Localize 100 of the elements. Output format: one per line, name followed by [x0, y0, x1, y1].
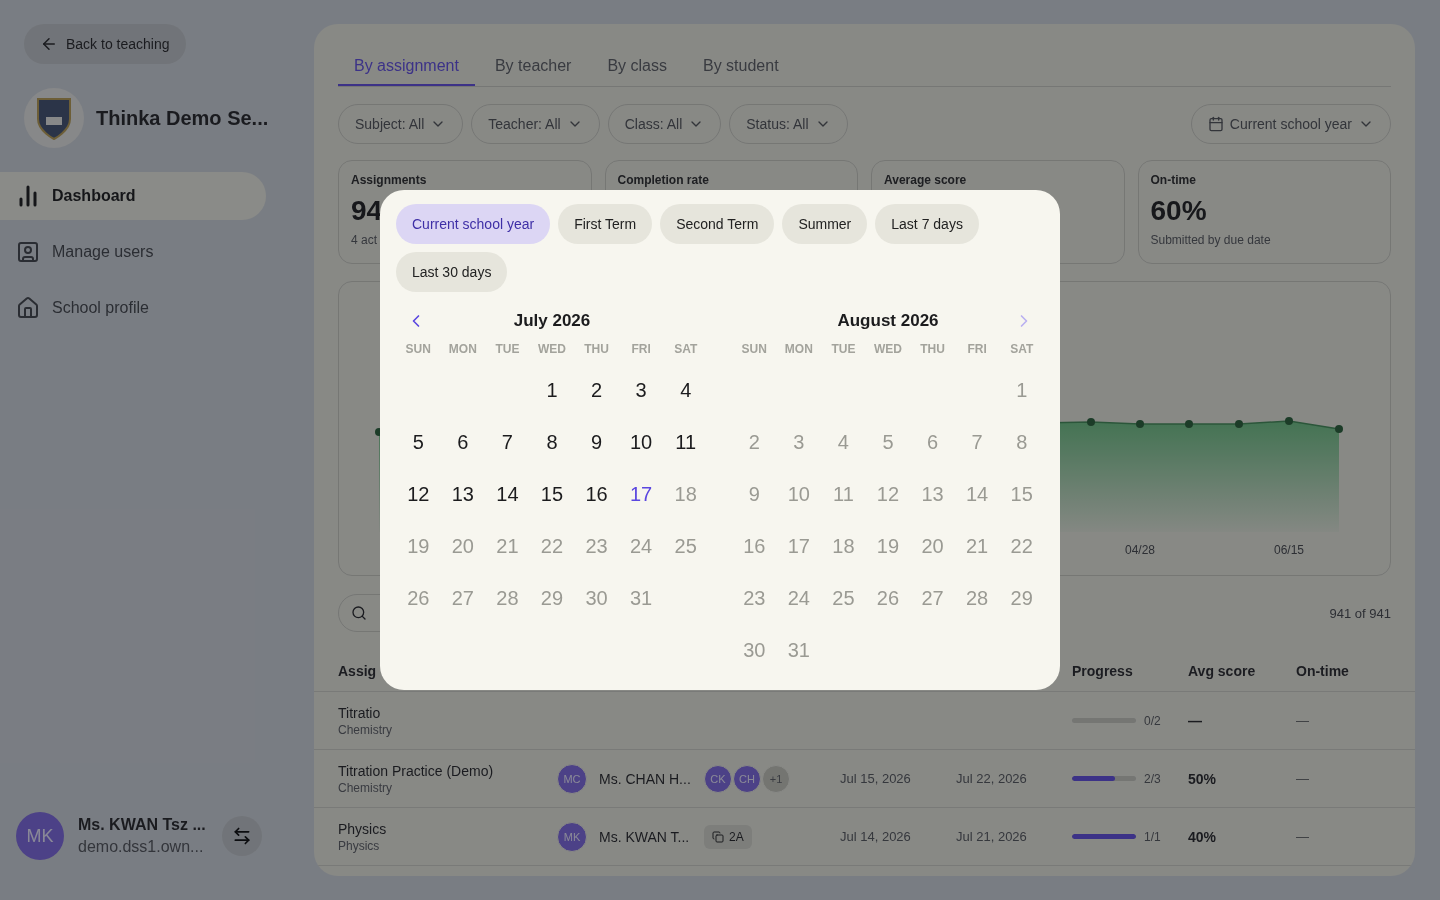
subject-label: Chemistry — [338, 722, 393, 737]
data-point — [1285, 417, 1293, 425]
progress-count: 1/1 — [1144, 829, 1161, 844]
progress-bar — [1072, 776, 1136, 781]
column-header: Progress — [1072, 662, 1133, 679]
teacher-avatar: MC — [557, 763, 587, 794]
weekday-label: SUN — [405, 342, 431, 356]
preset-chip[interactable]: Last 30 days — [396, 252, 508, 292]
calendar-day[interactable]: 15 — [538, 478, 566, 510]
stat-label: Completion rate — [617, 173, 710, 187]
calendar-day[interactable]: 2 — [589, 374, 605, 406]
user-email: demo.dss1.own... — [78, 838, 205, 856]
teacher-name: Ms. KWAN T... — [599, 828, 690, 845]
weekday-label: FRI — [631, 342, 651, 356]
column-header: On-time — [1296, 662, 1349, 679]
date-cell: Jul 22, 2026 — [956, 771, 1027, 786]
on-time-cell: — — [1296, 713, 1309, 728]
date-cell: Jul 15, 2026 — [840, 771, 911, 786]
data-point — [1235, 420, 1243, 428]
user-icon — [16, 240, 40, 264]
preset-chip[interactable]: Second Term — [660, 204, 775, 244]
nav-item[interactable]: School profile — [0, 284, 266, 332]
weekday-label: MON — [784, 342, 813, 356]
subject-label: Chemistry — [338, 780, 393, 795]
weekday-label: TUE — [495, 342, 520, 356]
assignment-title: Physics — [338, 820, 388, 837]
calendar-day[interactable]: 5 — [410, 426, 426, 458]
nav-item[interactable]: Dashboard — [0, 172, 266, 220]
tab[interactable]: By assignment — [338, 48, 475, 86]
weekday-label: FRI — [967, 342, 987, 356]
weekday-label: SAT — [1010, 342, 1034, 356]
weekday-label: TUE — [831, 342, 856, 356]
weekday-label: WED — [538, 342, 566, 356]
teacher-avatar: MK — [557, 821, 587, 852]
date-cell: Jul 21, 2026 — [956, 829, 1027, 844]
calendar-day[interactable]: 17 — [628, 478, 655, 510]
stat-value: 60% — [1150, 195, 1207, 227]
preset-chip[interactable]: Current school year — [396, 204, 551, 244]
assignment-title: Titration Practice (Demo) — [338, 762, 495, 779]
search-icon — [351, 605, 367, 621]
swap-arrows-icon — [232, 826, 252, 846]
calendar-day[interactable]: 10 — [628, 426, 655, 458]
subject-label: Physics — [338, 838, 381, 853]
calendar-day[interactable]: 12 — [405, 478, 432, 510]
tab[interactable]: By class — [591, 48, 683, 86]
class-avatar: CK — [704, 764, 732, 793]
calendar-day[interactable]: 14 — [494, 478, 521, 510]
weekday-label: THU — [584, 342, 609, 356]
tab[interactable]: By student — [687, 48, 795, 86]
weekday-label: THU — [920, 342, 945, 356]
progress-count: 0/2 — [1144, 713, 1161, 728]
score-cell: — — [1188, 712, 1202, 729]
stat-note: 4 act — [351, 233, 377, 247]
calendar-day[interactable]: 11 — [673, 426, 699, 458]
assignment-title: Titratio — [338, 704, 382, 721]
preset-chip[interactable]: First Term — [558, 204, 653, 244]
weekday-label: SAT — [674, 342, 698, 356]
stat-label: Assignments — [351, 173, 428, 187]
calendar-day[interactable]: 16 — [583, 478, 610, 510]
class-tag: 2A — [704, 824, 752, 849]
month-title: August 2026 — [837, 311, 939, 331]
user-avatar: MK — [16, 812, 64, 860]
calendar-day[interactable]: 13 — [449, 478, 476, 510]
axis-label: 06/15 — [1274, 543, 1304, 557]
data-point — [1087, 418, 1095, 426]
progress-count: 2/3 — [1144, 771, 1161, 786]
stat-label: On-time — [1150, 173, 1197, 187]
calendar-day[interactable]: 9 — [589, 426, 605, 458]
calendar-day[interactable]: 4 — [678, 374, 694, 406]
weekday-label: MON — [448, 342, 477, 356]
tab[interactable]: By teacher — [478, 48, 588, 86]
calendar-day[interactable]: 8 — [544, 426, 560, 458]
preset-chip[interactable]: Summer — [782, 204, 868, 244]
axis-label: 04/28 — [1125, 543, 1155, 557]
weekday-label: WED — [874, 342, 902, 356]
class-avatar: CH — [733, 764, 761, 793]
progress-bar — [1072, 834, 1136, 839]
data-point — [1185, 420, 1193, 428]
on-time-cell: — — [1296, 771, 1309, 786]
more-count: +1 — [762, 764, 790, 793]
score-cell: 40% — [1188, 828, 1217, 845]
column-header: Avg score — [1188, 662, 1256, 679]
weekday-label: SUN — [741, 342, 767, 356]
calendar-icon — [1207, 116, 1224, 132]
switch-button[interactable] — [222, 816, 262, 856]
calendar-day[interactable]: 3 — [633, 374, 649, 406]
squares-icon — [712, 830, 724, 843]
column-header: Assig — [338, 662, 377, 679]
preset-chip[interactable]: Last 7 days — [875, 204, 979, 244]
data-point — [1335, 425, 1343, 433]
home-icon — [16, 296, 40, 320]
teacher-name: Ms. CHAN H... — [599, 770, 691, 787]
calendar-day[interactable]: 1 — [544, 374, 560, 406]
date-cell: Jul 14, 2026 — [840, 829, 911, 844]
nav-item[interactable]: Manage users — [0, 228, 266, 276]
user-name: Ms. KWAN Tsz ... — [78, 816, 207, 834]
calendar-day[interactable]: 7 — [499, 426, 515, 458]
stat-label: Average score — [884, 173, 968, 187]
calendar-day[interactable]: 6 — [455, 426, 471, 458]
back-button[interactable]: Back to teaching — [24, 24, 186, 64]
